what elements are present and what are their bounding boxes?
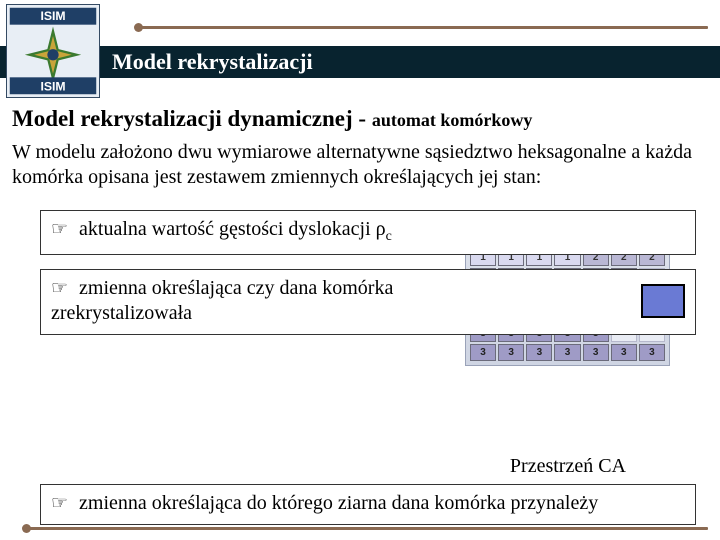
ca-caption: Przestrzeń CA [40, 455, 696, 478]
box1-text: aktualna wartość gęstości dyslokacji ρ [79, 218, 386, 240]
page-title: Model rekrystalizacji [112, 49, 313, 75]
bullet-box-2: ☞ zmienna określająca czy dana komórka z… [40, 269, 696, 335]
box3-text: zmienna określająca do którego ziarna da… [79, 492, 598, 514]
ca-cell: 3 [498, 344, 524, 361]
footer-rule [28, 527, 708, 530]
hand-bullet-icon: ☞ [51, 493, 74, 514]
hand-bullet-icon: ☞ [51, 219, 74, 240]
svg-text:ISIM: ISIM [40, 79, 65, 93]
title-bar: Model rekrystalizacji [0, 46, 720, 78]
subheading-main: Model rekrystalizacji dynamicznej - [12, 106, 372, 131]
header-rule [140, 26, 708, 29]
intro-paragraph: W modelu założono dwu wymiarowe alternat… [12, 140, 708, 190]
recrystallized-color-swatch [641, 284, 685, 318]
ca-cell: 3 [526, 344, 552, 361]
bullet-box-1: ☞ aktualna wartość gęstości dyslokacji ρ… [40, 210, 696, 255]
ca-cell: 3 [611, 344, 637, 361]
hand-bullet-icon: ☞ [51, 278, 74, 299]
box2-text: zmienna określająca czy dana komórka zre… [51, 277, 393, 324]
subheading-tail: automat komórkowy [372, 110, 533, 130]
ca-cell: 3 [583, 344, 609, 361]
svg-text:ISIM: ISIM [40, 9, 65, 23]
isim-logo: ISIM ISIM [6, 4, 100, 98]
box1-subscript: c [386, 229, 392, 244]
ca-cell: 3 [554, 344, 580, 361]
ca-cell: 3 [470, 344, 496, 361]
subheading: Model rekrystalizacji dynamicznej - auto… [12, 106, 708, 132]
bullet-box-3: ☞ zmienna określająca do którego ziarna … [40, 484, 696, 525]
ca-cell: 3 [639, 344, 665, 361]
